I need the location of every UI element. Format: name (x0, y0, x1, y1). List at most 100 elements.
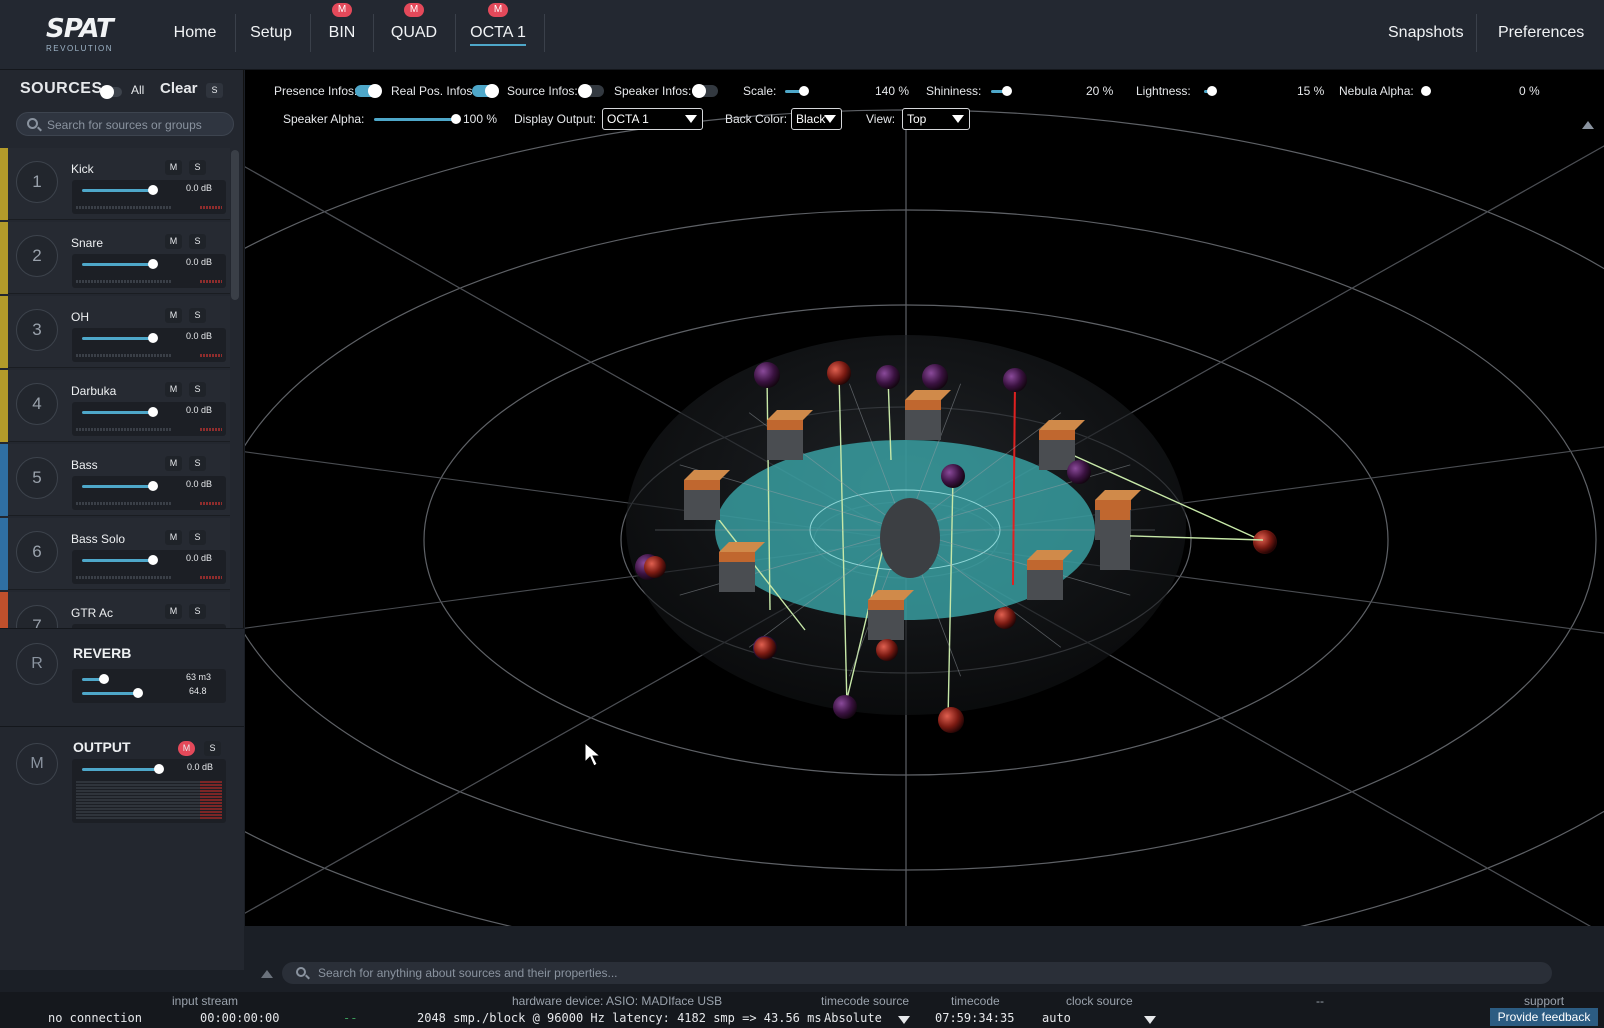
output-solo-button[interactable]: S (204, 741, 221, 756)
speaker-alpha-slider[interactable] (374, 118, 458, 121)
sources-search-input[interactable]: Search for sources or groups (16, 112, 234, 136)
source-gain-knob[interactable] (148, 481, 158, 491)
source-name[interactable]: Kick (71, 162, 94, 176)
expand-up-icon[interactable] (261, 970, 273, 978)
source-name[interactable]: Darbuka (71, 384, 116, 398)
spatial-scene[interactable] (245, 70, 1604, 926)
source-db-value: 0.0 dB (186, 405, 213, 415)
speaker-box-face (868, 600, 904, 610)
source-gain-knob[interactable] (148, 259, 158, 269)
collapse-up-icon[interactable] (1582, 121, 1594, 129)
source-name[interactable]: Bass (71, 458, 98, 472)
lightness-knob[interactable] (1207, 86, 1217, 96)
source-mute-button[interactable]: M (165, 456, 182, 471)
source-gain-knob[interactable] (148, 407, 158, 417)
source-solo-button[interactable]: S (189, 308, 206, 323)
speaker-alpha-knob[interactable] (451, 114, 461, 124)
source-mute-button[interactable]: M (165, 308, 182, 323)
source-mute-button[interactable]: M (165, 234, 182, 249)
real-pos-infos-toggle[interactable] (472, 84, 499, 98)
reverb-room-knob[interactable] (99, 674, 109, 684)
source-name[interactable]: Bass Solo (71, 532, 125, 546)
reverb-decay-slider[interactable] (82, 692, 138, 695)
output-gain-knob[interactable] (154, 764, 164, 774)
speaker-infos-toggle[interactable] (692, 84, 718, 98)
timecode-source-select[interactable]: Absolute (824, 1011, 882, 1025)
source-mute-button[interactable]: M (165, 382, 182, 397)
sources-scrollbar[interactable] (231, 150, 239, 300)
source-solo-button[interactable]: S (189, 382, 206, 397)
view-select[interactable]: Top (902, 108, 970, 130)
listener-head (880, 498, 940, 578)
presence-infos-toggle[interactable] (355, 84, 382, 98)
source-name[interactable]: OH (71, 310, 89, 324)
source-solo-button[interactable]: S (189, 530, 206, 545)
source-strip[interactable]: 1 Kick M S 0.0 dB (0, 148, 230, 220)
preferences-button[interactable]: Preferences (1498, 0, 1584, 66)
reverb-decay-knob[interactable] (133, 688, 143, 698)
source-gain-slider[interactable] (82, 411, 154, 414)
source-solo-button[interactable]: S (189, 234, 206, 249)
source-strip[interactable]: 5 Bass M S 0.0 dB (0, 444, 230, 516)
source-strip[interactable]: 2 Snare M S 0.0 dB (0, 222, 230, 294)
mouse-cursor-icon (584, 741, 602, 767)
source-mute-button[interactable]: M (165, 604, 182, 619)
source-gain-slider[interactable] (82, 559, 154, 562)
source-mute-button[interactable]: M (165, 530, 182, 545)
3d-viewer[interactable]: Presence Infos: Real Pos. Infos: Source … (245, 70, 1604, 926)
source-gain-slider[interactable] (82, 485, 154, 488)
scale-knob[interactable] (799, 86, 809, 96)
clock-source-select[interactable]: auto (1042, 1011, 1071, 1025)
input-stream-dash: -- (343, 1011, 358, 1025)
source-meter (76, 576, 172, 579)
active-tab-indicator (470, 44, 526, 46)
output-mute-button[interactable]: M (178, 741, 195, 756)
shininess-value: 20 % (1086, 84, 1114, 98)
source-gain-knob[interactable] (148, 185, 158, 195)
nebula-alpha-value: 0 % (1519, 84, 1540, 98)
snapshots-button[interactable]: Snapshots (1388, 0, 1464, 66)
source-name[interactable]: Snare (71, 236, 103, 250)
scale-value: 140 % (875, 84, 910, 98)
dropdown-arrow-icon[interactable] (898, 1016, 910, 1024)
source-color-stripe (0, 296, 8, 368)
dropdown-arrow-icon[interactable] (1144, 1016, 1156, 1024)
source-gain-slider[interactable] (82, 337, 154, 340)
speaker-box-face (1039, 430, 1075, 440)
source-gain-strip: 0.0 dB (72, 180, 226, 214)
provide-feedback-button[interactable]: Provide feedback (1490, 1008, 1598, 1026)
source-gain-knob[interactable] (148, 333, 158, 343)
mute-badge: M (332, 3, 352, 17)
tab-octa-1[interactable]: OCTA 1 M (466, 0, 530, 66)
source-strip[interactable]: 3 OH M S 0.0 dB (0, 296, 230, 368)
source-sphere (827, 361, 851, 385)
sources-title: SOURCES (20, 80, 103, 97)
back-color-select[interactable]: Black (791, 108, 842, 130)
shininess-knob[interactable] (1002, 86, 1012, 96)
solo-all-button[interactable]: S (206, 83, 223, 98)
tab-setup[interactable]: Setup (248, 0, 294, 66)
source-name[interactable]: GTR Ac (71, 606, 113, 620)
tab-home[interactable]: Home (172, 0, 218, 66)
clock-source-header: clock source (1066, 994, 1133, 1008)
source-gain-knob[interactable] (148, 555, 158, 565)
source-solo-button[interactable]: S (189, 160, 206, 175)
source-gain-slider[interactable] (82, 263, 154, 266)
output-gain-slider[interactable] (82, 768, 158, 771)
source-gain-slider[interactable] (82, 189, 154, 192)
source-strip[interactable]: 6 Bass Solo M S 0.0 dB (0, 518, 230, 590)
source-strip[interactable]: 4 Darbuka M S 0.0 dB (0, 370, 230, 442)
tab-bin[interactable]: BIN M (322, 0, 362, 66)
source-solo-button[interactable]: S (189, 604, 206, 619)
properties-search-input[interactable]: Search for anything about sources and th… (282, 962, 1552, 984)
clear-button[interactable]: Clear (160, 80, 198, 97)
input-stream-value: 00:00:00:00 (200, 1011, 280, 1025)
tab-quad[interactable]: QUAD M (388, 0, 440, 66)
source-infos-toggle[interactable] (578, 84, 604, 98)
reverb-decay-value: 64.8 (189, 686, 207, 696)
source-solo-button[interactable]: S (189, 456, 206, 471)
source-mute-button[interactable]: M (165, 160, 182, 175)
nebula-alpha-knob[interactable] (1421, 86, 1431, 96)
display-output-select[interactable]: OCTA 1 (602, 108, 703, 130)
all-toggle[interactable] (100, 85, 122, 99)
